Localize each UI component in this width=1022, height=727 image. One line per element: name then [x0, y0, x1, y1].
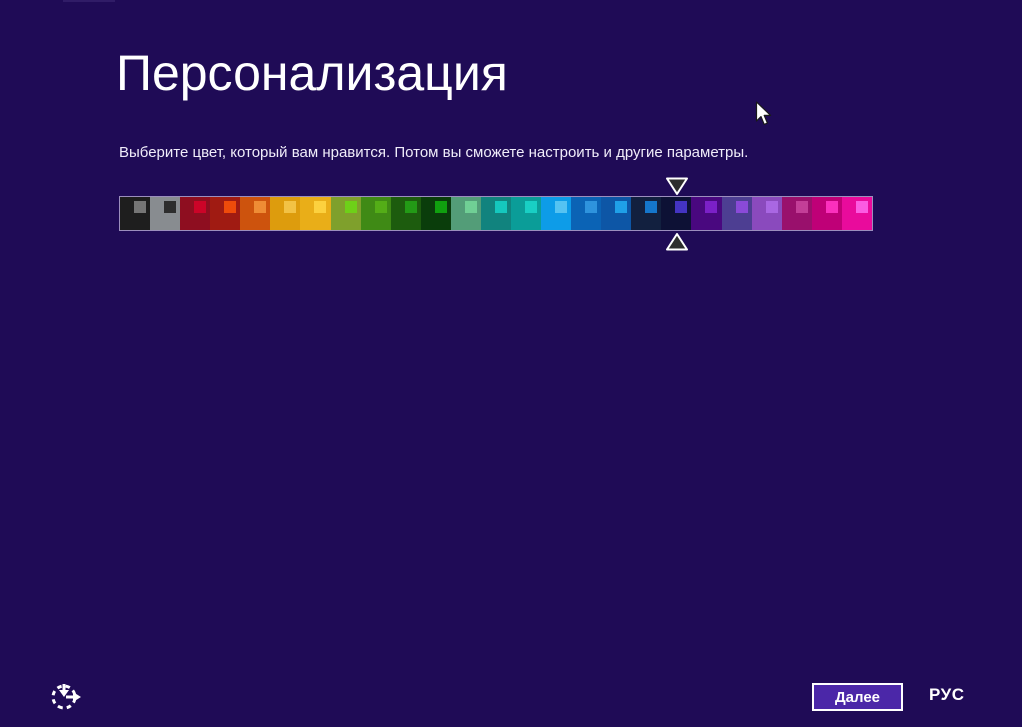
swatch-accent-square [164, 201, 176, 213]
slider-arrow-up-icon[interactable] [665, 232, 689, 251]
color-swatch[interactable] [210, 197, 240, 230]
swatch-accent-square [495, 201, 507, 213]
color-swatch[interactable] [842, 197, 872, 230]
page-title: Персонализация [116, 44, 508, 102]
swatch-accent-square [314, 201, 326, 213]
color-swatch[interactable] [752, 197, 782, 230]
color-swatch[interactable] [300, 197, 330, 230]
slider-handle [665, 0, 689, 727]
color-swatch[interactable] [661, 197, 691, 230]
swatch-accent-square [405, 201, 417, 213]
color-swatch[interactable] [722, 197, 752, 230]
swatch-accent-square [134, 201, 146, 213]
swatch-accent-square [284, 201, 296, 213]
swatch-accent-square [224, 201, 236, 213]
ease-of-access-button[interactable] [48, 678, 84, 714]
color-swatch[interactable] [361, 197, 391, 230]
language-button[interactable]: РУС [929, 685, 964, 705]
page-subtitle: Выберите цвет, который вам нравится. Пот… [119, 144, 748, 161]
mouse-cursor-icon [755, 101, 775, 127]
color-swatch[interactable] [571, 197, 601, 230]
color-swatch[interactable] [541, 197, 571, 230]
swatch-accent-square [796, 201, 808, 213]
color-swatch[interactable] [150, 197, 180, 230]
ease-of-access-icon [48, 678, 84, 714]
slider-arrow-down-icon[interactable] [665, 177, 689, 196]
swatch-accent-square [615, 201, 627, 213]
color-swatch[interactable] [120, 197, 150, 230]
color-swatch[interactable] [631, 197, 661, 230]
color-swatch[interactable] [331, 197, 361, 230]
swatch-accent-square [525, 201, 537, 213]
color-strip[interactable] [119, 196, 873, 231]
color-swatch[interactable] [511, 197, 541, 230]
color-swatch[interactable] [451, 197, 481, 230]
color-swatch[interactable] [240, 197, 270, 230]
swatch-accent-square [375, 201, 387, 213]
color-swatch[interactable] [782, 197, 812, 230]
window-edge-artifact [63, 0, 115, 2]
color-swatch[interactable] [391, 197, 421, 230]
swatch-accent-square [856, 201, 868, 213]
swatch-accent-square [194, 201, 206, 213]
color-swatch[interactable] [180, 197, 210, 230]
swatch-accent-square [345, 201, 357, 213]
swatch-accent-square [465, 201, 477, 213]
color-swatch[interactable] [481, 197, 511, 230]
swatch-accent-square [675, 201, 687, 213]
swatch-accent-square [645, 201, 657, 213]
color-swatch[interactable] [421, 197, 451, 230]
color-swatch[interactable] [691, 197, 721, 230]
swatch-accent-square [705, 201, 717, 213]
personalization-screen: { "window": { "background_color": "#1f0b… [0, 0, 1022, 727]
color-swatch[interactable] [270, 197, 300, 230]
color-swatch[interactable] [812, 197, 842, 230]
swatch-accent-square [826, 201, 838, 213]
swatch-accent-square [585, 201, 597, 213]
swatch-accent-square [254, 201, 266, 213]
color-swatch[interactable] [601, 197, 631, 230]
next-button[interactable]: Далее [812, 683, 903, 711]
swatch-accent-square [435, 201, 447, 213]
swatch-accent-square [766, 201, 778, 213]
swatch-accent-square [555, 201, 567, 213]
swatch-accent-square [736, 201, 748, 213]
